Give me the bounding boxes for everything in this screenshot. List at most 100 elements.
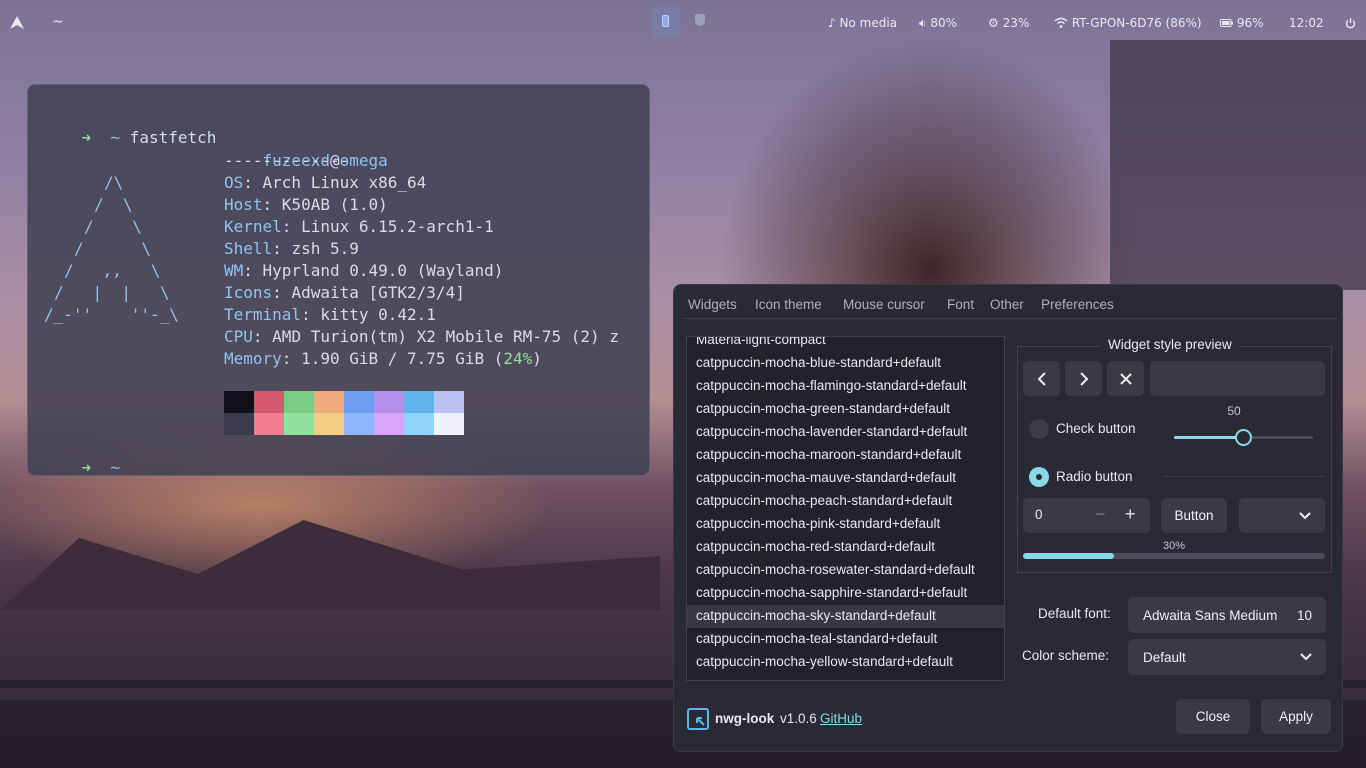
clock[interactable]: 12:02 xyxy=(1289,16,1324,30)
building-silhouette xyxy=(1110,40,1366,290)
theme-list-item[interactable]: catppuccin-mocha-rosewater-standard+defa… xyxy=(687,559,1004,582)
chevron-down-icon xyxy=(1300,653,1312,661)
palette-swatch xyxy=(224,391,254,413)
theme-list-item[interactable]: catppuccin-mocha-sapphire-standard+defau… xyxy=(687,582,1004,605)
speaker-icon: 🔉︎ xyxy=(919,16,927,30)
theme-list-item[interactable]: catppuccin-mocha-blue-standard+default xyxy=(687,352,1004,375)
radio-button-label[interactable]: Radio button xyxy=(1056,469,1133,484)
forward-button[interactable] xyxy=(1065,361,1102,396)
preview-button[interactable]: Button xyxy=(1161,498,1227,533)
roof-silhouette xyxy=(0,520,660,610)
check-button-label[interactable]: Check button xyxy=(1056,421,1136,436)
prompt-line: ➜ ~ xyxy=(81,458,121,477)
music-icon: ♪ xyxy=(828,16,836,30)
info-line: Terminal: kitty 0.42.1 xyxy=(224,305,436,324)
back-button[interactable] xyxy=(1023,361,1060,396)
app-name: nwg-look xyxy=(715,711,775,726)
tab-other[interactable]: Other xyxy=(990,297,1024,312)
close-x-button[interactable] xyxy=(1107,361,1144,396)
logo-line: / \ xyxy=(74,239,152,258)
info-line: CPU: AMD Turion(tm) X2 Mobile RM-75 (2) … xyxy=(224,327,619,346)
arch-logo-icon[interactable] xyxy=(10,16,24,29)
workspace-active-indicator[interactable] xyxy=(651,7,681,38)
close-button[interactable]: Close xyxy=(1176,699,1250,734)
theme-list-item[interactable]: catppuccin-mocha-sky-standard+default xyxy=(687,605,1004,628)
theme-list-item[interactable]: catppuccin-mocha-mauve-standard+default xyxy=(687,467,1004,490)
theme-list-item[interactable]: catppuccin-mocha-flamingo-standard+defau… xyxy=(687,375,1004,398)
plus-icon[interactable]: + xyxy=(1125,504,1136,525)
terminal-window[interactable]: ➜ ~ fastfetch /\ / \ / \ / \ / ,, \ / | … xyxy=(27,84,650,477)
palette-swatch xyxy=(284,413,314,435)
info-line: Host: K50AB (1.0) xyxy=(224,195,388,214)
logo-line: / \ xyxy=(94,195,133,214)
theme-list-item[interactable]: catppuccin-mocha-red-standard+default xyxy=(687,536,1004,559)
palette-swatch xyxy=(314,413,344,435)
palette-swatch xyxy=(254,413,284,435)
volume-status[interactable]: 🔉︎ 80% xyxy=(919,16,957,31)
theme-list-item[interactable]: catppuccin-mocha-pink-standard+default xyxy=(687,513,1004,536)
theme-list-item[interactable]: catppuccin-mocha-teal-standard+default xyxy=(687,628,1004,651)
tab-widgets[interactable]: Widgets xyxy=(688,297,737,312)
spin-value: 0 xyxy=(1035,507,1043,522)
progress-label: 30% xyxy=(1162,540,1186,552)
logo-line: / ,, \ xyxy=(64,261,161,280)
apply-button[interactable]: Apply xyxy=(1261,699,1331,734)
logo-line: / | | \ xyxy=(54,283,170,302)
theme-list-item[interactable]: catppuccin-mocha-lavender-standard+defau… xyxy=(687,421,1004,444)
spin-button[interactable]: 0 − + xyxy=(1023,498,1150,533)
theme-list-item[interactable]: catppuccin-mocha-peach-standard+default xyxy=(687,490,1004,513)
media-status[interactable]: ♪ No media xyxy=(828,16,897,30)
theme-list-item[interactable]: Materia-light-compact xyxy=(687,337,1004,352)
app-version: v1.0.6 xyxy=(780,711,817,726)
cpu-status[interactable]: ⚙ 23% xyxy=(988,16,1029,30)
github-link[interactable]: GitHub xyxy=(820,711,862,726)
top-bar: ~ ♪ No media 🔉︎ 80% ⚙ 23% RT-GPON-6D76 (… xyxy=(0,0,1366,46)
theme-list-item[interactable]: catppuccin-mocha-maroon-standard+default xyxy=(687,444,1004,467)
palette-swatch xyxy=(404,413,434,435)
logo-line: / \ xyxy=(84,217,142,236)
nwg-look-window: Widgets Icon theme Mouse cursor Font Oth… xyxy=(673,284,1343,752)
theme-list-item[interactable]: catppuccin-mocha-yellow-standard+default xyxy=(687,651,1004,674)
palette-swatch xyxy=(374,413,404,435)
info-line: OS: Arch Linux x86_64 xyxy=(224,173,427,192)
default-font-label: Default font: xyxy=(1038,606,1111,621)
info-line: Icons: Adwaita [GTK2/3/4] xyxy=(224,283,465,302)
preview-dropdown[interactable] xyxy=(1239,498,1325,533)
chevron-left-icon xyxy=(1037,371,1046,386)
tab-preferences[interactable]: Preferences xyxy=(1041,297,1114,312)
minus-icon[interactable]: − xyxy=(1095,504,1106,525)
tab-font[interactable]: Font xyxy=(947,297,974,312)
palette-swatch xyxy=(404,391,434,413)
logo-line: /_-'' ''-_\ xyxy=(44,305,179,324)
shield-icon[interactable] xyxy=(695,14,705,26)
palette-swatch xyxy=(284,391,314,413)
memory-line: Memory: 1.90 GiB / 7.75 GiB (24%) xyxy=(224,349,542,368)
chevron-down-icon xyxy=(1299,511,1311,519)
palette-swatch xyxy=(344,413,374,435)
font-chooser-button[interactable]: Adwaita Sans Medium 10 xyxy=(1128,597,1326,633)
slider-knob[interactable] xyxy=(1234,429,1252,446)
phone-icon xyxy=(662,15,669,27)
text-entry[interactable] xyxy=(1150,361,1325,396)
palette-swatch xyxy=(344,391,374,413)
power-icon[interactable] xyxy=(1345,18,1356,29)
theme-list-item[interactable]: catppuccin-mocha-green-standard+default xyxy=(687,398,1004,421)
close-icon xyxy=(1119,372,1132,385)
tab-mouse-cursor[interactable]: Mouse cursor xyxy=(843,297,925,312)
network-status[interactable]: RT-GPON-6D76 (86%) xyxy=(1054,16,1202,30)
theme-list[interactable]: Materia-light-compact catppuccin-mocha-bl… xyxy=(686,336,1005,681)
info-line: Kernel: Linux 6.15.2-arch1-1 xyxy=(224,217,494,236)
radio-button-indicator[interactable] xyxy=(1029,467,1049,487)
preview-separator xyxy=(1163,476,1325,477)
palette-swatch xyxy=(224,413,254,435)
battery-status[interactable]: 96% xyxy=(1220,16,1264,30)
check-button-indicator[interactable] xyxy=(1029,419,1049,439)
color-scheme-dropdown[interactable]: Default xyxy=(1128,639,1326,675)
info-line: WM: Hyprland 0.49.0 (Wayland) xyxy=(224,261,504,280)
workspace-label[interactable]: ~ xyxy=(52,14,64,30)
tab-icon-theme[interactable]: Icon theme xyxy=(755,297,822,312)
wifi-icon xyxy=(1054,17,1068,28)
logo-line: /\ xyxy=(104,173,124,192)
palette-swatch xyxy=(434,413,464,435)
tab-divider xyxy=(682,318,1338,319)
